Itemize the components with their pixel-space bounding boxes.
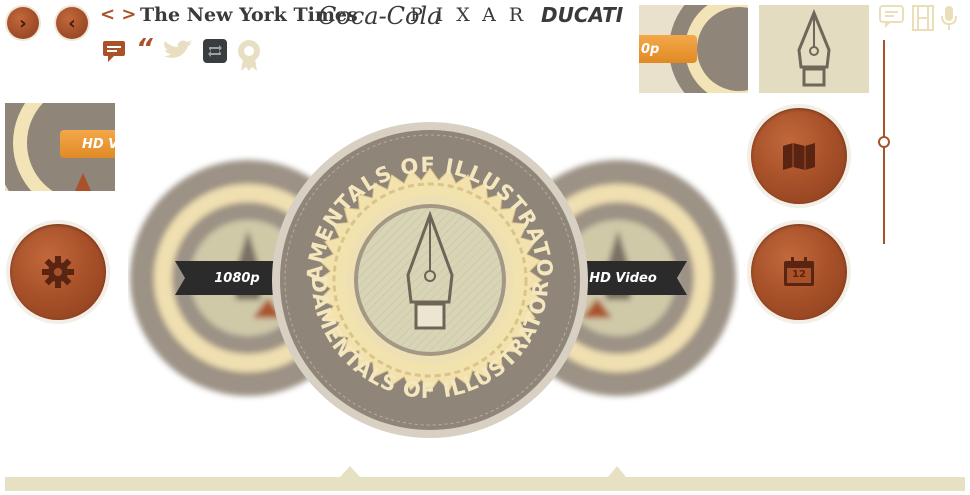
retweet-arrows-icon: [208, 45, 222, 57]
calendar-icon: 12: [783, 257, 815, 287]
pen-thumbnail[interactable]: [759, 5, 869, 93]
film-icon[interactable]: [912, 5, 934, 31]
map-button[interactable]: [751, 108, 847, 204]
prev-button[interactable]: ‹: [56, 7, 88, 39]
thumb-ribbon-top: 0p: [639, 35, 697, 63]
award-icon[interactable]: [236, 38, 262, 72]
timeline-marker-2: [608, 466, 626, 477]
chevron-right-icon: ›: [19, 12, 27, 34]
comment-icon[interactable]: [102, 40, 126, 62]
pen-nib-icon: [759, 5, 869, 93]
timeline-marker-1: [340, 466, 360, 477]
timeline-track[interactable]: [5, 466, 965, 492]
settings-icon: [42, 256, 74, 288]
next-button[interactable]: ›: [7, 7, 39, 39]
vertical-slider-handle[interactable]: [878, 136, 890, 148]
thumb-ribbon-left: HD V: [60, 130, 115, 158]
badge-thumbnail-left[interactable]: HD V: [5, 103, 115, 191]
twitter-icon[interactable]: [162, 40, 194, 62]
calendar-button[interactable]: 12: [751, 224, 847, 320]
badge-thumbnail-top[interactable]: 0p: [639, 5, 748, 93]
microphone-icon[interactable]: [940, 5, 958, 31]
quote-icon[interactable]: “: [136, 34, 153, 64]
map-icon: [783, 143, 815, 170]
chevron-left-icon: ‹: [68, 12, 76, 34]
code-icon[interactable]: < >: [100, 4, 136, 25]
settings-button[interactable]: [10, 224, 106, 320]
ducati-logo: DUCATI: [541, 3, 624, 27]
pixar-logo: PIXAR: [410, 4, 537, 26]
badge-main[interactable]: FUNDAMENTALS OF ILLUSTRATOR CS5 FUNDAMEN…: [270, 120, 590, 440]
calendar-day: 12: [792, 269, 806, 280]
chat-bubble-icon[interactable]: [879, 5, 904, 29]
retweet-icon[interactable]: [203, 39, 227, 63]
